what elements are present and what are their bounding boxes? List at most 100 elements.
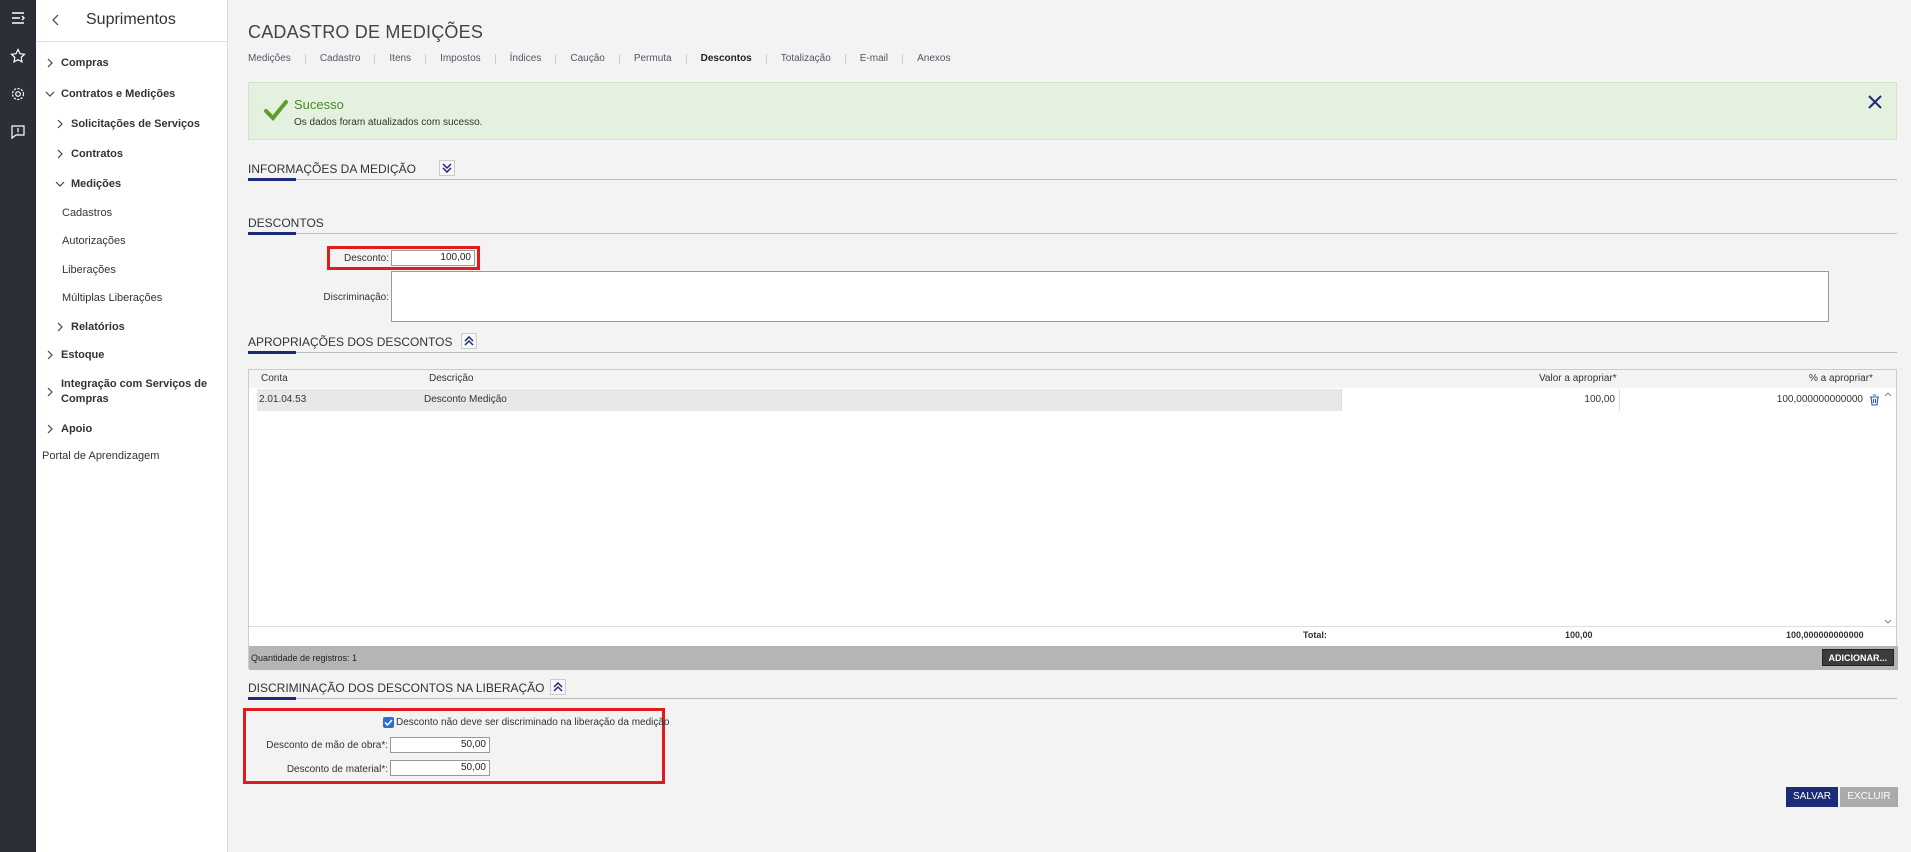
section-title: APROPRIAÇÕES DOS DESCONTOS — [248, 335, 453, 349]
vertical-scrollbar[interactable] — [1882, 390, 1894, 626]
discriminacao-textarea[interactable] — [391, 271, 1829, 322]
section-underline — [248, 178, 296, 181]
chevron-right-icon — [47, 424, 53, 434]
discriminacao-label: Discriminação: — [323, 292, 389, 303]
chevron-right-icon — [47, 350, 53, 360]
sidebar-item-contratos-medicoes[interactable]: Contratos e Medições — [61, 88, 175, 100]
sidebar-item-autorizacoes[interactable]: Autorizações — [62, 235, 126, 247]
column-header-conta: Conta — [261, 373, 288, 384]
cell-valor: 100,00 — [1584, 394, 1615, 405]
apropriacoes-grid: Conta Descrição Valor a apropriar* % a a… — [248, 369, 1898, 670]
section-descontos: DESCONTOS — [248, 214, 1897, 235]
tab-cadastro[interactable]: Cadastro — [320, 54, 376, 64]
trash-icon[interactable] — [1869, 394, 1880, 406]
tab-descontos[interactable]: Descontos — [701, 54, 767, 64]
sidebar-header: Suprimentos — [36, 0, 228, 42]
cell-percent-input[interactable]: 100,000000000000 — [1619, 389, 1883, 411]
section-discriminacao-liberacao: DISCRIMINAÇÃO DOS DESCONTOS NA LIBERAÇÃO — [248, 679, 1897, 700]
check-icon — [384, 719, 393, 727]
menu-icon[interactable] — [8, 8, 28, 28]
tab-indices[interactable]: Índices — [510, 54, 557, 64]
sidebar: Suprimentos Compras Contratos e Medições… — [36, 0, 228, 852]
section-underline — [248, 351, 296, 354]
grid-header: Conta Descrição Valor a apropriar* % a a… — [249, 370, 1896, 388]
grid-footer: Total: 100,00 100,000000000000 — [249, 626, 1896, 644]
double-chevron-up-icon — [553, 682, 563, 692]
success-alert: Sucesso Os dados foram atualizados com s… — [248, 82, 1897, 140]
discriminar-checkbox[interactable] — [383, 717, 394, 728]
mao-obra-label: Desconto de mão de obra*: — [266, 740, 388, 751]
material-input[interactable]: 50,00 — [390, 760, 490, 776]
back-chevron-icon[interactable] — [48, 12, 64, 28]
tab-totalizacao[interactable]: Totalização — [781, 54, 846, 64]
sidebar-item-portal[interactable]: Portal de Aprendizagem — [42, 450, 159, 462]
add-button[interactable]: ADICIONAR... — [1821, 649, 1894, 666]
total-percent: 100,000000000000 — [1786, 630, 1864, 640]
sidebar-item-solicitacoes[interactable]: Solicitações de Serviços — [71, 118, 200, 130]
desconto-label: Desconto: — [343, 253, 389, 264]
sidebar-item-cadastros[interactable]: Cadastros — [62, 207, 112, 219]
sidebar-item-relatorios[interactable]: Relatórios — [71, 321, 125, 333]
main-content: CADASTRO DE MEDIÇÕES Medições Cadastro I… — [228, 0, 1911, 852]
save-button[interactable]: SALVAR — [1786, 787, 1838, 807]
star-icon[interactable] — [8, 46, 28, 66]
sidebar-item-liberacoes[interactable]: Liberações — [62, 264, 116, 276]
table-row[interactable]: 2.01.04.53 Desconto Medição 100,00 100,0… — [257, 389, 1883, 411]
total-valor: 100,00 — [1565, 630, 1593, 640]
tab-impostos[interactable]: Impostos — [440, 54, 496, 64]
collapse-toggle[interactable] — [461, 333, 477, 349]
chevron-down-icon — [45, 91, 55, 97]
chevron-right-icon — [57, 119, 63, 129]
record-count: Quantidade de registros: 1 — [251, 653, 358, 663]
sidebar-item-integracao[interactable]: Integração com Serviços de — [61, 378, 207, 390]
chevron-right-icon — [57, 322, 63, 332]
alert-message: Os dados foram atualizados com sucesso. — [294, 117, 483, 128]
tab-permuta[interactable]: Permuta — [634, 54, 687, 64]
sidebar-item-multiplas-liberacoes[interactable]: Múltiplas Liberações — [62, 292, 162, 304]
column-header-valor: Valor a apropriar* — [1539, 373, 1617, 384]
page-title: CADASTRO DE MEDIÇÕES — [248, 22, 484, 42]
cell-percent: 100,000000000000 — [1776, 394, 1863, 405]
tab-caucao[interactable]: Caução — [570, 54, 620, 64]
material-label: Desconto de material*: — [286, 764, 388, 775]
section-title: INFORMAÇÕES DA MEDIÇÃO — [248, 162, 417, 176]
collapse-toggle[interactable] — [550, 679, 566, 695]
mao-obra-input[interactable]: 50,00 — [390, 737, 490, 753]
column-header-percent: % a apropriar* — [1809, 373, 1873, 384]
sidebar-item-estoque[interactable]: Estoque — [61, 349, 104, 361]
tab-email[interactable]: E-mail — [860, 54, 904, 64]
chevron-right-icon — [47, 58, 53, 68]
delete-button[interactable]: EXCLUIR — [1840, 787, 1898, 807]
chevron-right-icon — [57, 149, 63, 159]
sidebar-item-medicoes[interactable]: Medições — [71, 178, 121, 190]
section-title: DISCRIMINAÇÃO DOS DESCONTOS NA LIBERAÇÃO — [248, 681, 545, 695]
close-icon[interactable] — [1866, 93, 1884, 111]
discriminar-checkbox-label[interactable]: Desconto não deve ser discriminado na li… — [396, 717, 670, 728]
sidebar-item-contratos[interactable]: Contratos — [71, 148, 123, 160]
section-apropriacoes: APROPRIAÇÕES DOS DESCONTOS — [248, 333, 1897, 354]
cell-valor-input[interactable]: 100,00 — [1341, 389, 1619, 411]
section-informacoes-medicao: INFORMAÇÕES DA MEDIÇÃO — [248, 160, 1897, 181]
tab-bar: Medições Cadastro Itens Impostos Índices… — [248, 54, 978, 64]
cell-descricao: Desconto Medição — [424, 394, 507, 405]
section-title: DESCONTOS — [248, 216, 324, 230]
desconto-input[interactable]: 100,00 — [391, 250, 475, 266]
chevron-right-icon — [47, 387, 53, 397]
double-chevron-up-icon — [464, 336, 474, 346]
tab-itens[interactable]: Itens — [389, 54, 427, 64]
chevron-down-icon — [55, 181, 65, 187]
expand-toggle[interactable] — [439, 160, 455, 176]
grid-status-bar: Quantidade de registros: 1 ADICIONAR... — [249, 646, 1898, 670]
tab-anexos[interactable]: Anexos — [917, 54, 964, 64]
gear-icon[interactable] — [8, 84, 28, 104]
double-chevron-down-icon — [442, 163, 452, 173]
feedback-icon[interactable] — [8, 122, 28, 142]
tab-medicoes[interactable]: Medições — [248, 54, 306, 64]
checkmark-icon — [264, 100, 288, 121]
icon-rail — [0, 0, 36, 852]
total-label: Total: — [1303, 630, 1327, 640]
sidebar-item-apoio[interactable]: Apoio — [61, 423, 92, 435]
sidebar-item-compras[interactable]: Compras — [61, 57, 109, 69]
alert-title: Sucesso — [294, 97, 344, 112]
sidebar-item-integracao-line2[interactable]: Compras — [61, 393, 109, 405]
